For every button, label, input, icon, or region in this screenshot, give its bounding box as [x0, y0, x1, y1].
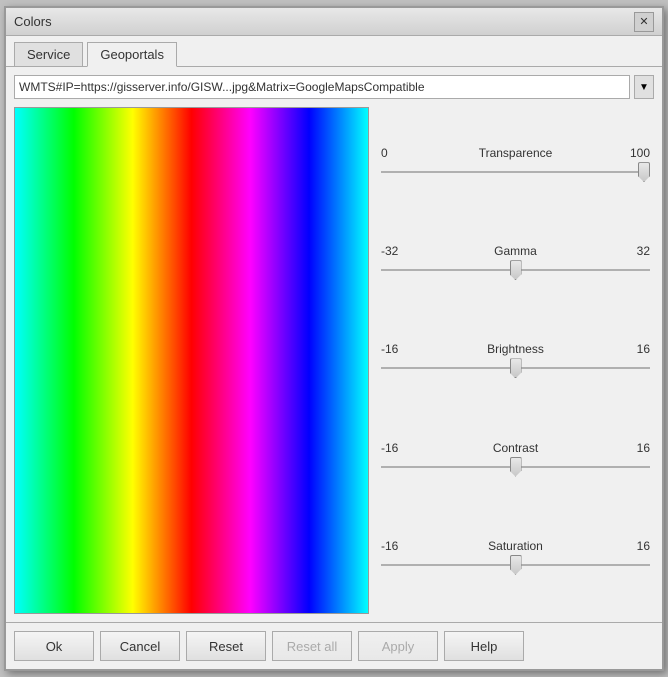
tab-geoportals[interactable]: Geoportals: [87, 42, 177, 67]
color-preview: [14, 107, 369, 614]
contrast-label: Contrast: [409, 441, 622, 455]
close-icon: ✕: [639, 15, 648, 28]
help-button[interactable]: Help: [444, 631, 524, 661]
tab-service[interactable]: Service: [14, 42, 83, 66]
transparence-label: Transparence: [409, 146, 622, 160]
ok-button[interactable]: Ok: [14, 631, 94, 661]
contrast-max: 16: [622, 441, 650, 455]
main-row: 0 Transparence 100 -32 Gamma 32: [14, 107, 654, 614]
cancel-button[interactable]: Cancel: [100, 631, 180, 661]
tabs-bar: Service Geoportals: [6, 36, 662, 67]
transparence-max: 100: [622, 146, 650, 160]
saturation-max: 16: [622, 539, 650, 553]
url-row: ▼: [14, 75, 654, 99]
transparence-min: 0: [381, 146, 409, 160]
url-dropdown-button[interactable]: ▼: [634, 75, 654, 99]
contrast-slider[interactable]: [381, 457, 650, 477]
slider-group-gamma: -32 Gamma 32: [381, 244, 650, 280]
transparence-slider[interactable]: [381, 162, 650, 182]
slider-group-contrast: -16 Contrast 16: [381, 441, 650, 477]
brightness-max: 16: [622, 342, 650, 356]
contrast-min: -16: [381, 441, 409, 455]
brightness-min: -16: [381, 342, 409, 356]
gamma-slider[interactable]: [381, 260, 650, 280]
brightness-label: Brightness: [409, 342, 622, 356]
title-bar: Colors ✕: [6, 8, 662, 36]
close-button[interactable]: ✕: [634, 12, 654, 32]
reset-all-button[interactable]: Reset all: [272, 631, 352, 661]
saturation-label: Saturation: [409, 539, 622, 553]
gamma-min: -32: [381, 244, 409, 258]
sliders-panel: 0 Transparence 100 -32 Gamma 32: [377, 107, 654, 614]
saturation-slider[interactable]: [381, 555, 650, 575]
url-input[interactable]: [14, 75, 630, 99]
brightness-slider[interactable]: [381, 358, 650, 378]
saturation-min: -16: [381, 539, 409, 553]
footer: Ok Cancel Reset Reset all Apply Help: [6, 622, 662, 669]
dialog-title: Colors: [14, 14, 52, 29]
content-area: ▼ 0 Transparence 100: [6, 67, 662, 622]
apply-button[interactable]: Apply: [358, 631, 438, 661]
reset-button[interactable]: Reset: [186, 631, 266, 661]
gamma-max: 32: [622, 244, 650, 258]
chevron-down-icon: ▼: [639, 82, 649, 93]
slider-group-transparence: 0 Transparence 100: [381, 146, 650, 182]
colors-dialog: Colors ✕ Service Geoportals ▼: [4, 6, 664, 671]
gamma-label: Gamma: [409, 244, 622, 258]
slider-group-saturation: -16 Saturation 16: [381, 539, 650, 575]
slider-group-brightness: -16 Brightness 16: [381, 342, 650, 378]
